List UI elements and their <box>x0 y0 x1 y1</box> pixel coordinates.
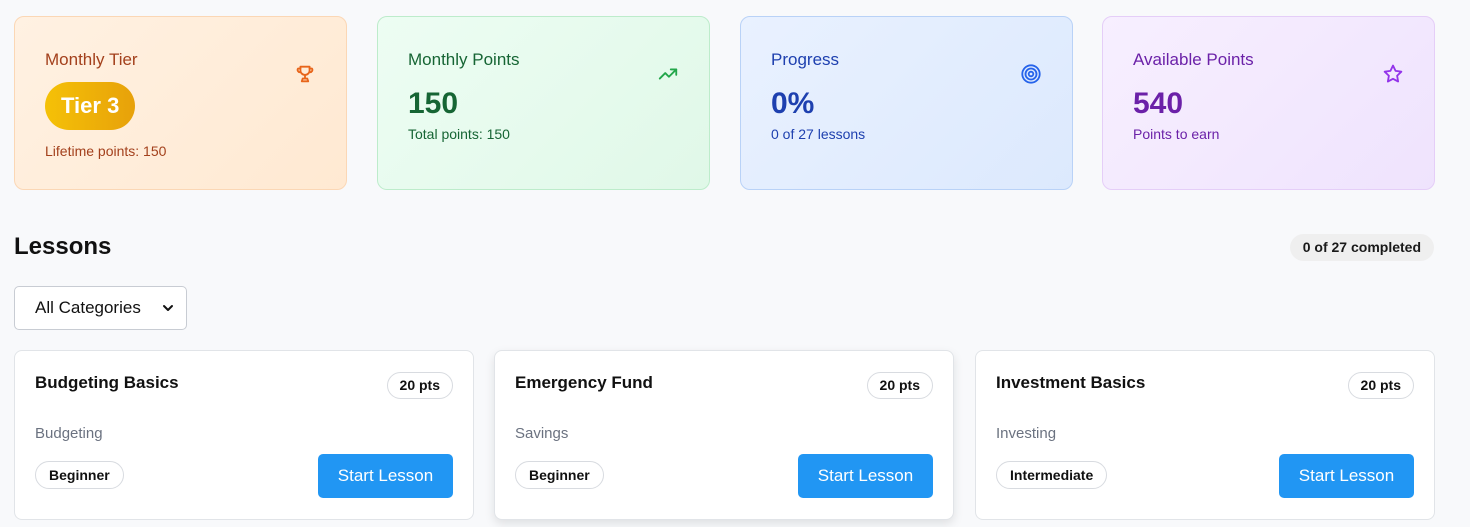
available-points-title: Available Points <box>1133 50 1254 69</box>
trending-up-icon <box>658 68 678 80</box>
lessons-progress: 0 of 27 lessons <box>771 126 866 142</box>
start-lesson-button[interactable]: Start Lesson <box>1279 454 1414 498</box>
total-points: Total points: 150 <box>408 126 510 142</box>
points-badge: 20 pts <box>1347 372 1414 399</box>
category-filter-select[interactable]: All Categories <box>14 286 187 330</box>
points-badge: 20 pts <box>386 372 453 399</box>
monthly-points-title: Monthly Points <box>408 50 520 69</box>
lesson-card[interactable]: Emergency Fund 20 pts Savings Beginner S… <box>494 350 954 520</box>
lesson-card[interactable]: Investment Basics 20 pts Investing Inter… <box>975 350 1435 520</box>
monthly-points-card: Monthly Points 150 Total points: 150 <box>377 16 710 190</box>
target-icon <box>1021 64 1041 84</box>
level-badge: Beginner <box>515 461 604 489</box>
lifetime-points: Lifetime points: 150 <box>45 143 167 159</box>
category-filter-value: All Categories <box>35 298 141 317</box>
lesson-card[interactable]: Budgeting Basics 20 pts Budgeting Beginn… <box>14 350 474 520</box>
monthly-tier-title: Monthly Tier <box>45 50 138 69</box>
start-lesson-button[interactable]: Start Lesson <box>318 454 453 498</box>
star-icon <box>1383 64 1403 83</box>
lessons-title: Lessons <box>14 233 112 260</box>
lesson-category: Savings <box>515 425 569 442</box>
tier-badge: Tier 3 <box>45 82 136 130</box>
available-points-value: 540 <box>1133 87 1184 120</box>
monthly-points-value: 150 <box>408 87 459 120</box>
monthly-tier-card: Monthly Tier Tier 3 Lifetime points: 150 <box>14 16 347 190</box>
lesson-category: Budgeting <box>35 425 103 442</box>
completed-count-badge: 0 of 27 completed <box>1289 234 1434 261</box>
lesson-category: Investing <box>996 425 1057 442</box>
points-to-earn: Points to earn <box>1133 126 1220 142</box>
chevron-down-icon <box>163 305 173 311</box>
lesson-title: Investment Basics <box>996 373 1146 392</box>
level-badge: Intermediate <box>996 461 1108 489</box>
start-lesson-button[interactable]: Start Lesson <box>798 454 933 498</box>
progress-title: Progress <box>771 50 840 69</box>
available-points-card: Available Points 540 Points to earn <box>1102 16 1435 190</box>
progress-value: 0% <box>771 87 815 120</box>
lesson-title: Emergency Fund <box>515 373 653 392</box>
level-badge: Beginner <box>35 461 124 489</box>
progress-card: Progress 0% 0 of 27 lessons <box>740 16 1073 190</box>
lesson-title: Budgeting Basics <box>35 373 179 392</box>
trophy-icon <box>296 65 314 83</box>
points-badge: 20 pts <box>866 372 933 399</box>
